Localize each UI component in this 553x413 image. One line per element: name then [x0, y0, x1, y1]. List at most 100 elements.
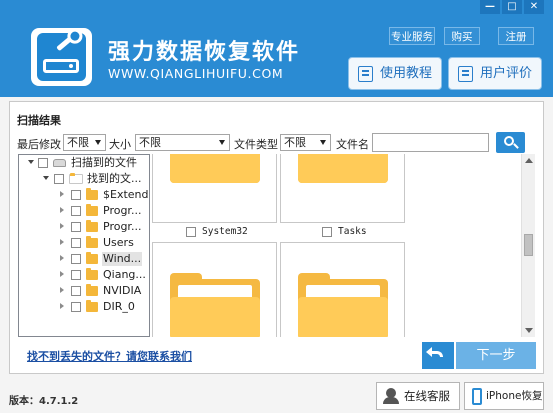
tree-item-label: DIR_0: [103, 300, 135, 313]
tree-item[interactable]: Qiang...: [19, 267, 149, 283]
next-button[interactable]: 下一步: [456, 342, 536, 369]
tutorial-button[interactable]: 使用教程: [348, 57, 442, 90]
back-button[interactable]: [422, 342, 454, 369]
tree-item-label: 扫描到的文件: [71, 156, 137, 169]
tree-item-label: Qiang...: [103, 268, 146, 281]
tree-item-label: Wind...: [102, 252, 143, 266]
checkbox[interactable]: [71, 254, 81, 264]
checkbox[interactable]: [54, 174, 64, 184]
file-name-input[interactable]: [372, 133, 489, 152]
checkbox[interactable]: [71, 302, 81, 312]
iphone-recovery-button[interactable]: iPhone恢复: [464, 382, 544, 410]
search-button[interactable]: [496, 132, 525, 153]
message-icon: [458, 66, 473, 82]
expander-icon[interactable]: [60, 223, 64, 229]
file-tile[interactable]: [152, 242, 277, 337]
expander-icon[interactable]: [60, 191, 64, 197]
app-title: 强力数据恢复软件: [108, 40, 301, 65]
online-service-button[interactable]: 在线客服: [376, 382, 460, 410]
file-tile[interactable]: [280, 154, 405, 223]
folder-icon: [86, 236, 98, 248]
checkbox[interactable]: [71, 286, 81, 296]
file-type-label: 文件类型: [234, 138, 278, 151]
file-tile[interactable]: [152, 154, 277, 223]
tree-item[interactable]: Users: [19, 235, 149, 251]
tree-item-label: Users: [103, 236, 134, 249]
chevron-down-icon: [95, 140, 101, 145]
expander-icon[interactable]: [60, 207, 64, 213]
tree-item-label: $Extend: [103, 188, 149, 201]
panel-title: 扫描结果: [17, 114, 61, 127]
close-button[interactable]: ✕: [524, 0, 544, 14]
expander-icon[interactable]: [60, 255, 64, 261]
tree-item[interactable]: Progr...: [19, 203, 149, 219]
contact-help-link[interactable]: 找不到丢失的文件？请您联系我们: [27, 348, 192, 364]
tree-item-selected[interactable]: Wind...: [19, 251, 149, 267]
checkbox[interactable]: [71, 270, 81, 280]
tutorial-label: 使用教程: [380, 66, 433, 81]
checkbox[interactable]: [71, 190, 81, 200]
file-name-label: 文件名: [336, 138, 369, 151]
checkbox[interactable]: [186, 227, 196, 237]
scan-results-panel: 扫描结果 最后修改 不限 大小 不限 文件类型 不限 文件名 扫描到的文件 找到…: [9, 101, 544, 374]
buy-link[interactable]: 购买: [444, 27, 480, 45]
expander-icon[interactable]: [60, 287, 64, 293]
online-service-label: 在线客服: [404, 389, 450, 403]
scroll-down-icon[interactable]: [525, 328, 533, 333]
minimize-button[interactable]: —: [480, 0, 500, 14]
chevron-down-icon: [320, 140, 326, 145]
tree-item-label: Progr...: [103, 204, 142, 217]
tree-item[interactable]: Progr...: [19, 219, 149, 235]
folder-icon: [86, 252, 98, 264]
size-value: 不限: [139, 136, 161, 149]
chevron-down-icon: [219, 140, 225, 145]
file-tile[interactable]: [280, 242, 405, 337]
modified-value: 不限: [67, 136, 89, 149]
register-link[interactable]: 注册: [498, 27, 534, 45]
tree-item[interactable]: 找到的文...: [19, 171, 149, 187]
checkbox[interactable]: [38, 158, 48, 168]
modified-label: 最后修改: [17, 138, 61, 151]
folder-icon: [298, 273, 388, 337]
folder-icon: [86, 204, 98, 216]
folder-icon: [86, 220, 98, 232]
checkbox[interactable]: [71, 222, 81, 232]
app-logo: [31, 28, 92, 86]
expander-icon[interactable]: [43, 176, 49, 180]
maximize-button[interactable]: □: [502, 0, 522, 14]
file-grid[interactable]: System32 Tasks: [150, 154, 535, 337]
scroll-up-icon[interactable]: [525, 158, 533, 163]
filter-bar: 最后修改 不限 大小 不限 文件类型 不限 文件名: [10, 132, 545, 154]
expander-icon[interactable]: [60, 271, 64, 277]
expander-icon[interactable]: [60, 303, 64, 309]
drive-icon: [53, 159, 66, 167]
pro-service-link[interactable]: 专业服务: [389, 27, 435, 45]
folder-icon: [86, 300, 98, 312]
expander-icon[interactable]: [60, 239, 64, 245]
folder-tree[interactable]: 扫描到的文件 找到的文... $Extend Progr... Progr...: [18, 154, 150, 337]
folder-icon: [170, 154, 260, 183]
phone-icon: [472, 388, 482, 405]
tree-item[interactable]: DIR_0: [19, 299, 149, 315]
folder-icon: [298, 154, 388, 183]
expander-icon[interactable]: [28, 160, 34, 164]
reviews-button[interactable]: 用户评价: [448, 57, 542, 90]
checkbox[interactable]: [322, 227, 332, 237]
tree-item[interactable]: $Extend: [19, 187, 149, 203]
size-label: 大小: [109, 138, 131, 151]
file-type-select[interactable]: 不限: [280, 134, 331, 151]
tree-item[interactable]: 扫描到的文件: [19, 155, 149, 171]
tree-item[interactable]: NVIDIA: [19, 283, 149, 299]
scroll-thumb[interactable]: [524, 234, 533, 256]
folder-icon: [170, 273, 260, 337]
document-icon: [358, 66, 373, 82]
modified-select[interactable]: 不限: [63, 134, 106, 151]
size-select[interactable]: 不限: [135, 134, 230, 151]
reviews-label: 用户评价: [480, 66, 533, 81]
folder-icon: [86, 188, 98, 200]
folder-icon: [86, 284, 98, 296]
checkbox[interactable]: [71, 238, 81, 248]
vertical-scrollbar[interactable]: [521, 154, 535, 337]
checkbox[interactable]: [71, 206, 81, 216]
iphone-recovery-label: iPhone恢复: [486, 390, 543, 402]
